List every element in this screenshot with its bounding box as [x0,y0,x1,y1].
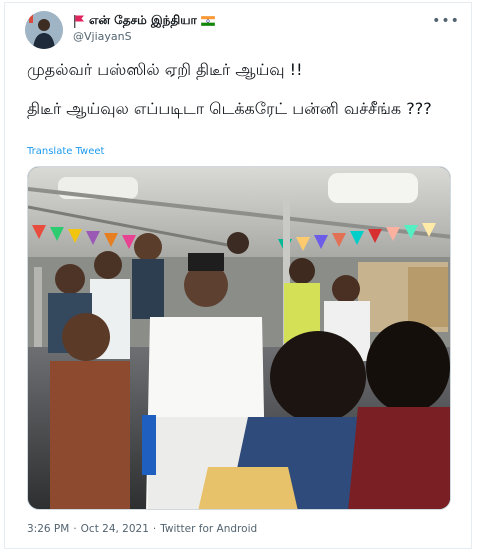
tweet-card: என் தேசம் இந்தியா @VjiayanS ••• முதல்வர்… [4,2,472,549]
author-handle[interactable]: @VjiayanS [73,30,132,43]
india-flag-icon [200,16,215,26]
tweet-date[interactable]: Oct 24, 2021 [81,523,149,535]
tweet-text: முதல்வர் பஸ்ஸில் ஏறி திடீர் ஆய்வு !! திட… [27,59,457,119]
tweet-meta: 3:26 PM · Oct 24, 2021 · Twitter for And… [27,523,257,535]
tweet-source[interactable]: Twitter for Android [160,523,257,535]
author-name-row[interactable]: என் தேசம் இந்தியா [73,12,215,30]
avatar[interactable] [25,11,63,49]
more-options-icon[interactable]: ••• [432,13,459,29]
translate-tweet-link[interactable]: Translate Tweet [27,146,104,157]
tweet-time[interactable]: 3:26 PM [27,523,69,535]
tweet-line-1: முதல்வர் பஸ்ஸில் ஏறி திடீர் ஆய்வு !! [27,60,303,79]
display-name: என் தேசம் இந்தியா [89,13,197,27]
meta-separator: · [152,523,157,535]
meta-separator: · [73,523,77,535]
tweet-photo[interactable] [27,166,451,510]
red-flag-icon [73,14,85,28]
tweet-line-2: திடீர் ஆய்வுல எப்படிடா டெக்கரேட் பன்னி வ… [27,99,432,118]
bus-interior-photo-icon [28,167,450,509]
profile-photo-icon [25,11,63,49]
